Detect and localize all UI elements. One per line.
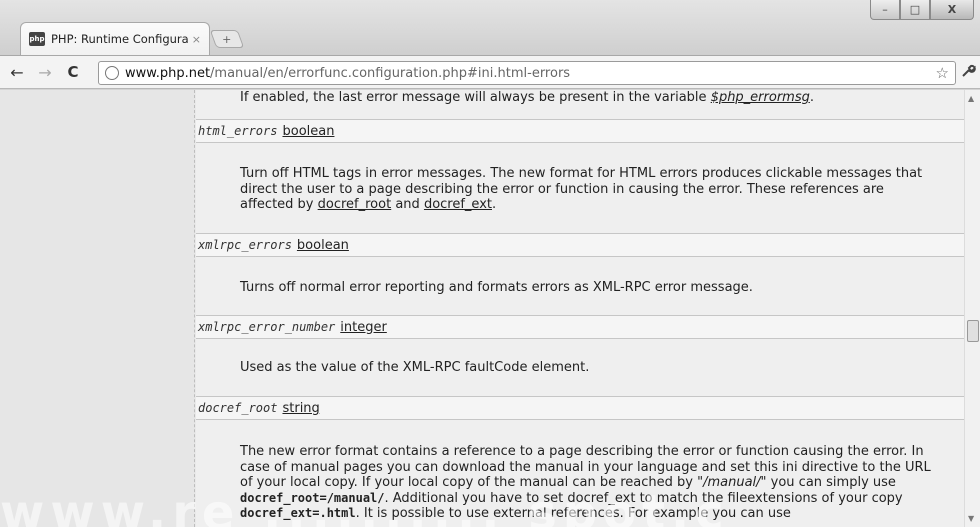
docref-ext-link[interactable]: docref_ext: [424, 197, 492, 212]
title-bar: php PHP: Runtime Configurat... × + – □ X: [0, 0, 980, 55]
tab-title: PHP: Runtime Configurat...: [51, 32, 188, 46]
directive-xmlrpc-error-number: xmlrpc_error_number integer: [196, 315, 964, 339]
window-controls: – □ X: [870, 0, 974, 20]
scroll-down-arrow-icon[interactable]: ▼: [968, 514, 974, 523]
minimize-button[interactable]: –: [870, 0, 900, 20]
directive-type-link[interactable]: integer: [340, 320, 387, 335]
directive-name: html_errors: [198, 124, 278, 138]
left-gutter: [0, 90, 195, 527]
scroll-thumb[interactable]: [967, 320, 979, 342]
desc-text: .: [491, 197, 497, 212]
xmlrpc-error-number-description: Used as the value of the XML-RPC faultCo…: [240, 360, 590, 375]
url-host: www.php.net: [125, 65, 211, 81]
desc-text: . It is possible to use external referen…: [355, 506, 791, 521]
url-path: /manual/en/errorfunc.configuration.php#i…: [210, 65, 571, 81]
manual-path-text: "/manual/": [697, 475, 767, 490]
intro-paragraph: If enabled, the last error message will …: [240, 90, 814, 106]
code-snippet: docref_root=/manual/: [240, 490, 385, 505]
bookmark-star-icon[interactable]: ☆: [936, 64, 949, 82]
php-errormsg-link[interactable]: $php_errormsg: [711, 90, 810, 105]
code-snippet: docref_ext=.html: [240, 506, 356, 520]
directive-html-errors: html_errors boolean: [196, 119, 964, 143]
html-errors-description: Turn off HTML tags in error messages. Th…: [240, 166, 922, 213]
desc-line: of your local copy. If your local copy o…: [240, 475, 931, 491]
desc-text: of your local copy. If your local copy o…: [240, 475, 698, 490]
desc-line: case of manual pages you can download th…: [240, 459, 931, 475]
forward-button[interactable]: →: [34, 61, 56, 83]
vertical-scrollbar[interactable]: ▲ ▼: [964, 90, 980, 527]
directive-xmlrpc-errors: xmlrpc_errors boolean: [196, 233, 964, 257]
desc-line: The new error format contains a referenc…: [240, 444, 924, 459]
reload-button[interactable]: C: [62, 61, 84, 83]
globe-icon: [105, 66, 119, 80]
desc-line: direct the user to a page describing the…: [240, 181, 884, 197]
desc-text: and: [391, 197, 424, 212]
url-text: www.php.net/manual/en/errorfunc.configur…: [125, 66, 570, 81]
desc-line: Turn off HTML tags in error messages. Th…: [240, 166, 923, 181]
page-viewport: If enabled, the last error message will …: [0, 90, 980, 527]
directive-type-link[interactable]: string: [282, 401, 319, 416]
php-favicon-icon: php: [29, 32, 45, 46]
desc-line: affected by docref_root and docref_ext.: [240, 197, 922, 213]
intro-end: .: [809, 90, 815, 105]
intro-text: If enabled, the last error message will …: [240, 90, 711, 105]
desc-line: docref_ext=.html. It is possible to use …: [240, 506, 931, 522]
directive-type-link[interactable]: boolean: [282, 124, 334, 139]
desc-text: . Additional you have to set docref_ext …: [384, 490, 903, 506]
directive-name: docref_root: [198, 401, 278, 415]
maximize-button[interactable]: □: [900, 0, 930, 20]
browser-tab[interactable]: php PHP: Runtime Configurat... ×: [20, 22, 210, 55]
directive-name: xmlrpc_error_number: [198, 320, 336, 334]
xmlrpc-errors-description: Turns off normal error reporting and for…: [240, 280, 753, 295]
desc-text: affected by: [240, 197, 318, 212]
browser-toolbar: ← → C www.php.net/manual/en/errorfunc.co…: [0, 55, 980, 89]
new-tab-button[interactable]: +: [209, 30, 245, 48]
scroll-up-arrow-icon[interactable]: ▲: [968, 94, 974, 103]
address-bar[interactable]: www.php.net/manual/en/errorfunc.configur…: [98, 61, 956, 85]
wrench-menu-icon[interactable]: [960, 63, 976, 83]
close-window-button[interactable]: X: [930, 0, 974, 20]
docref-root-description: The new error format contains a referenc…: [240, 444, 931, 522]
desc-text: you can simply use: [766, 475, 896, 490]
docref-root-link[interactable]: docref_root: [318, 197, 392, 212]
tab-close-icon[interactable]: ×: [192, 33, 201, 46]
desc-line: docref_root=/manual/. Additional you hav…: [240, 491, 931, 507]
directive-name: xmlrpc_errors: [198, 238, 292, 252]
manual-content: If enabled, the last error message will …: [196, 90, 964, 527]
directive-docref-root: docref_root string: [196, 396, 964, 420]
directive-type-link[interactable]: boolean: [297, 238, 349, 253]
back-button[interactable]: ←: [6, 61, 28, 83]
plus-icon: +: [222, 32, 232, 46]
